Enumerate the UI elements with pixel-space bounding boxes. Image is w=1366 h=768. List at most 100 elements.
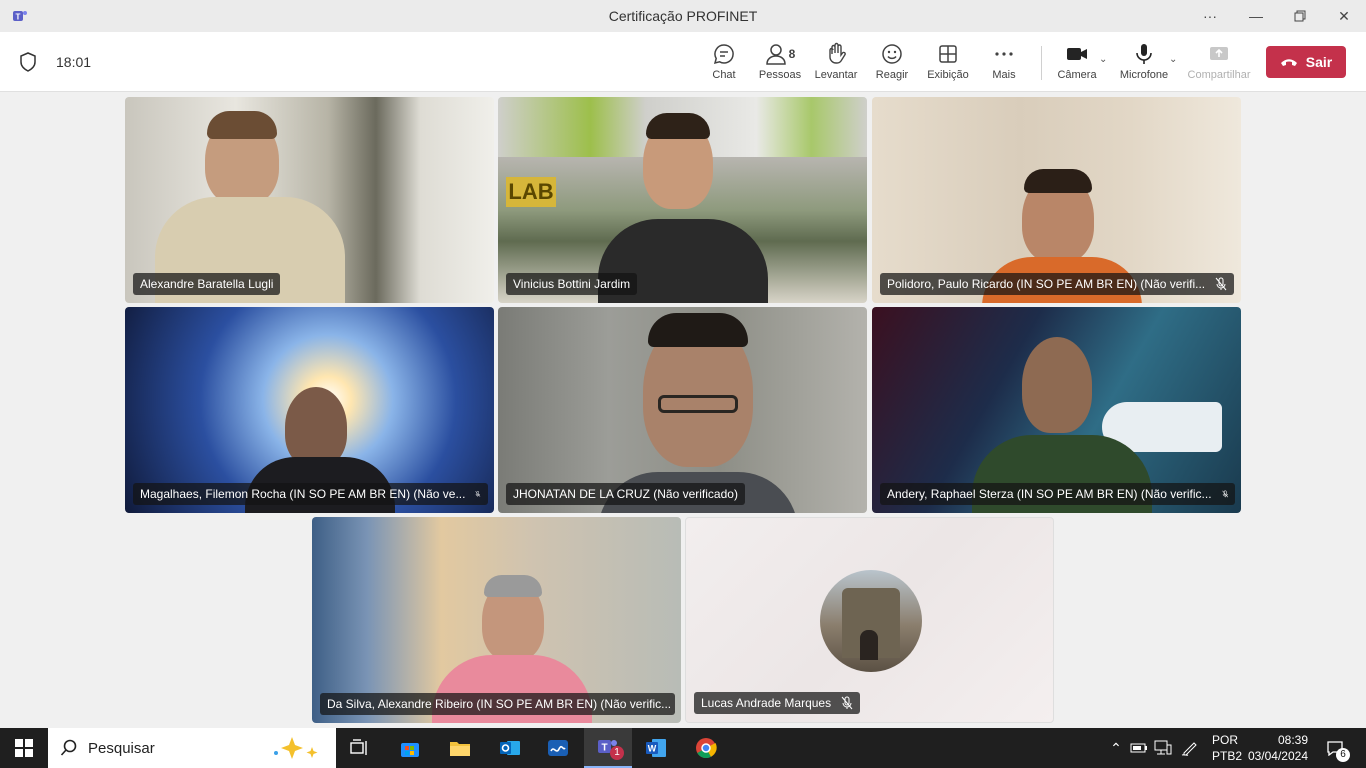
leave-button[interactable]: Sair [1266, 46, 1346, 78]
participant-name: Polidoro, Paulo Ricardo (IN SO PE AM BR … [887, 277, 1206, 291]
more-options-icon[interactable]: ··· [1188, 0, 1232, 32]
people-count: 8 [788, 47, 796, 61]
participant-name: Alexandre Baratella Lugli [140, 277, 274, 291]
view-button[interactable]: Exibição [926, 42, 970, 86]
chat-label: Chat [712, 69, 736, 81]
video-tile[interactable]: Da Silva, Alexandre Ribeiro (IN SO PE AM… [312, 517, 681, 723]
search-icon [60, 739, 77, 756]
camera-label: Câmera [1057, 69, 1097, 81]
video-tile[interactable]: Magalhaes, Filemon Rocha (IN SO PE AM BR… [125, 307, 494, 513]
notification-center-button[interactable]: 6 [1320, 728, 1350, 768]
meeting-toolbar: 18:01 Chat 8 Pessoas Levantar Reagir Exi… [0, 32, 1366, 92]
participant-name-tag: Alexandre Baratella Lugli [133, 273, 281, 295]
notification-count-badge: 6 [1336, 748, 1350, 762]
smile-icon [882, 44, 902, 64]
whiteboard-button[interactable] [534, 728, 582, 768]
share-button[interactable]: Compartilhar [1186, 42, 1252, 86]
clock-date: 03/04/2024 [1247, 749, 1308, 763]
raise-hand-button[interactable]: Levantar [814, 42, 858, 86]
system-clock[interactable]: 08:39 03/04/2024 [1246, 732, 1308, 764]
mic-muted-icon [1215, 277, 1227, 291]
video-tile[interactable]: LAB Vinicius Bottini Jardim [498, 97, 867, 303]
participant-name: Lucas Andrade Marques [701, 696, 832, 710]
view-label: Exibição [927, 69, 969, 81]
share-icon [1210, 47, 1228, 60]
participant-name: Da Silva, Alexandre Ribeiro (IN SO PE AM… [327, 697, 672, 711]
pen-icon[interactable] [1178, 728, 1202, 768]
people-icon [765, 44, 786, 65]
video-tile[interactable]: Alexandre Baratella Lugli [125, 97, 494, 303]
participant-name-tag: Magalhaes, Filemon Rocha (IN SO PE AM BR… [133, 483, 488, 505]
grid-view-icon [939, 45, 957, 63]
participant-video-hair [207, 111, 277, 139]
folder-icon [450, 742, 470, 756]
participant-name-tag: Polidoro, Paulo Ricardo (IN SO PE AM BR … [880, 273, 1235, 295]
windows-taskbar: Pesquisar T 1 W ⌃ POR PTB2 08:39 03/04/2… [0, 728, 1366, 768]
mic-muted-icon [841, 696, 853, 710]
search-placeholder: Pesquisar [88, 739, 155, 757]
microphone-icon [1136, 44, 1152, 64]
shield-icon[interactable] [19, 52, 37, 72]
react-button[interactable]: Reagir [872, 42, 912, 86]
hang-up-icon [1280, 59, 1297, 66]
teams-notification-badge: 1 [610, 746, 624, 760]
teams-taskbar-button[interactable]: T 1 [584, 728, 632, 768]
participant-name: Magalhaes, Filemon Rocha (IN SO PE AM BR… [140, 487, 466, 501]
chrome-button[interactable] [682, 728, 730, 768]
more-button[interactable]: Mais [988, 42, 1020, 86]
leave-label: Sair [1305, 54, 1333, 70]
lab-sign: LAB [506, 177, 556, 207]
microphone-label: Microfone [1119, 69, 1169, 81]
video-stage: Alexandre Baratella Lugli LAB Vinicius B… [0, 93, 1366, 728]
participant-video-hair [646, 113, 710, 139]
restore-button[interactable] [1278, 0, 1322, 32]
video-tile[interactable]: JHONATAN DE LA CRUZ (Não verificado) [498, 307, 867, 513]
file-explorer-button[interactable] [436, 728, 484, 768]
close-button[interactable]: ✕ [1322, 0, 1366, 32]
outlook-button[interactable] [486, 728, 534, 768]
avatar-person [860, 630, 878, 660]
chrome-icon [696, 738, 717, 759]
window-title: Certificação PROFINET [608, 8, 758, 24]
camera-icon [1067, 48, 1087, 60]
minimize-button[interactable]: — [1234, 0, 1278, 32]
network-icon[interactable] [1152, 728, 1174, 768]
camera-button[interactable]: Câmera [1057, 42, 1097, 86]
more-label: Mais [992, 69, 1016, 81]
video-tile[interactable]: Polidoro, Paulo Ricardo (IN SO PE AM BR … [872, 97, 1241, 303]
outlook-icon [500, 741, 520, 755]
mic-muted-icon [475, 490, 481, 497]
input-language-indicator[interactable]: POR PTB2 [1212, 732, 1242, 764]
task-view-button[interactable] [336, 728, 384, 768]
whiteboard-icon [548, 740, 568, 756]
chat-button[interactable]: Chat [706, 42, 742, 86]
microphone-options-chevron-icon[interactable]: ⌄ [1169, 54, 1177, 65]
participant-video [285, 387, 347, 467]
react-label: Reagir [875, 69, 909, 81]
participant-name-tag: JHONATAN DE LA CRUZ (Não verificado) [506, 483, 745, 505]
microsoft-store-button[interactable] [386, 728, 434, 768]
participant-name-tag: Da Silva, Alexandre Ribeiro (IN SO PE AM… [320, 693, 675, 715]
title-bar: T Certificação PROFINET ··· — ✕ [0, 0, 1366, 32]
participant-video-hair [484, 575, 542, 597]
word-button[interactable]: W [632, 728, 680, 768]
video-tile[interactable]: Lucas Andrade Marques [685, 517, 1054, 723]
video-tile[interactable]: Andery, Raphael Sterza (IN SO PE AM BR E… [872, 307, 1241, 513]
participant-video-hair [1024, 169, 1092, 193]
avatar [820, 570, 922, 672]
svg-text:W: W [648, 744, 657, 754]
start-button[interactable] [0, 728, 48, 768]
participant-name: Andery, Raphael Sterza (IN SO PE AM BR E… [887, 487, 1212, 501]
participant-video [1022, 337, 1092, 433]
camera-options-chevron-icon[interactable]: ⌄ [1099, 54, 1107, 65]
microphone-button[interactable]: Microfone [1118, 42, 1170, 86]
show-hidden-icons-chevron-icon[interactable]: ⌃ [1106, 728, 1126, 768]
share-label: Compartilhar [1187, 69, 1251, 81]
people-button[interactable]: 8 Pessoas [758, 42, 802, 86]
search-box[interactable]: Pesquisar [48, 728, 336, 768]
windows-logo-icon [15, 739, 33, 757]
participant-name: Vinicius Bottini Jardim [513, 277, 631, 291]
participant-glasses [658, 395, 738, 413]
mic-muted-icon [1221, 490, 1228, 498]
battery-icon[interactable] [1128, 728, 1150, 768]
